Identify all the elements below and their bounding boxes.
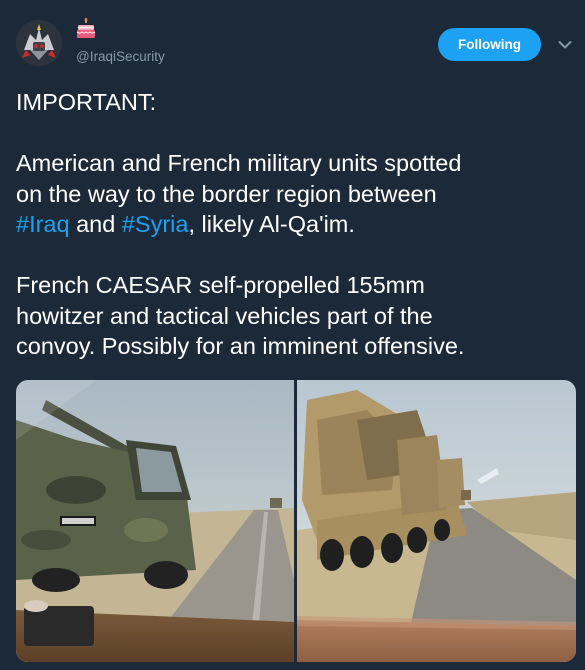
following-button[interactable]: Following <box>438 28 541 61</box>
paragraph-2-line-1: French CAESAR self-propelled 155mm <box>16 272 425 298</box>
military-convoy-photo[interactable] <box>297 380 576 662</box>
tweet-text: IMPORTANT: American and French military … <box>16 87 576 362</box>
paragraph-1-ending: , likely Al-Qa'im. <box>188 211 355 237</box>
paragraph-1-line-1: American and French military units spott… <box>16 150 462 176</box>
birthday-cake-icon <box>76 18 96 38</box>
tweet-header: @IraqiSecurity Following <box>0 0 585 80</box>
caesar-howitzer-photo[interactable] <box>16 380 294 662</box>
paragraph-1-line-2: on the way to the border region between <box>16 180 437 207</box>
hashtag-iraq-link[interactable]: #Iraq <box>16 211 70 237</box>
tweet-paragraph-2: French CAESAR self-propelled 155mm howit… <box>16 270 576 362</box>
tweet-card: @IraqiSecurity Following IMPORTANT: Amer… <box>0 0 585 670</box>
hashtag-syria-link[interactable]: #Syria <box>122 211 189 237</box>
robot-avatar-icon[interactable] <box>16 20 62 66</box>
tweet-heading: IMPORTANT: <box>16 89 157 115</box>
paragraph-2-line-3: convoy. Possibly for an imminent offensi… <box>16 333 465 359</box>
tweet-media-grid <box>16 380 576 662</box>
paragraph-2-line-2: howitzer and tactical vehicles part of t… <box>16 302 433 329</box>
paragraph-1-connector: and <box>69 211 122 237</box>
tweet-paragraph-1: American and French military units spott… <box>16 148 576 240</box>
chevron-down-icon[interactable] <box>558 40 572 50</box>
account-handle[interactable]: @IraqiSecurity <box>76 49 165 64</box>
